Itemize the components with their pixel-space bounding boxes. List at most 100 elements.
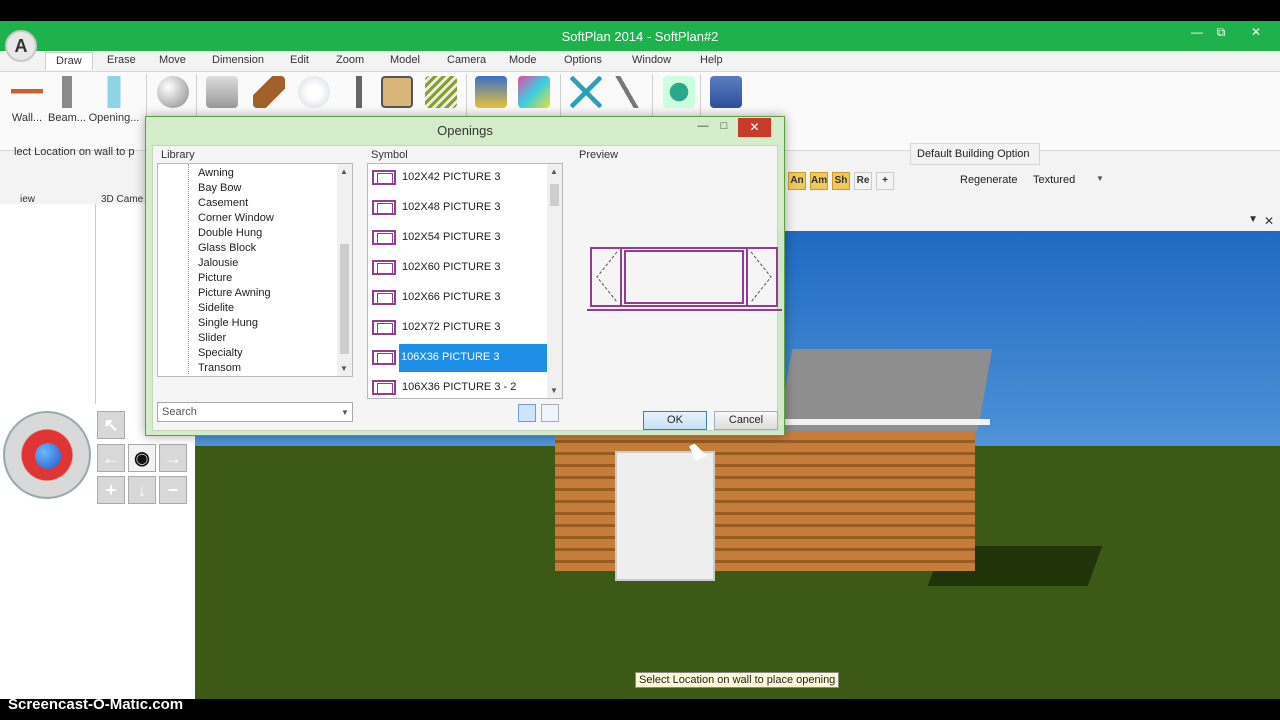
- symbol-item[interactable]: 102X42 PICTURE 3: [370, 164, 546, 192]
- binoculars-icon[interactable]: ◉: [128, 444, 156, 472]
- solid-tool[interactable]: [157, 76, 189, 112]
- library-item[interactable]: Single Hung: [198, 317, 258, 329]
- am-button[interactable]: Am: [810, 172, 828, 190]
- deck-tool[interactable]: [425, 76, 457, 112]
- beam-tool[interactable]: Beam...: [48, 76, 86, 124]
- profile-tool[interactable]: [611, 76, 643, 112]
- window-symbol-icon: [372, 260, 396, 275]
- shadow-button[interactable]: Sh: [832, 172, 850, 190]
- ceiling-icon: [475, 76, 507, 108]
- menu-erase[interactable]: Erase: [107, 54, 136, 66]
- scroll-down-icon[interactable]: ▼: [550, 386, 558, 395]
- list-view-icon[interactable]: [518, 404, 536, 422]
- roof-tool[interactable]: [710, 76, 742, 112]
- scroll-up-icon[interactable]: ▲: [550, 167, 558, 176]
- beam-tool-label: Beam...: [48, 112, 86, 124]
- close-button[interactable]: ✕: [1243, 25, 1269, 39]
- library-item[interactable]: Jalousie: [198, 257, 238, 269]
- library-item[interactable]: Awning: [198, 167, 234, 179]
- symbol-tool[interactable]: [206, 76, 238, 112]
- library-tree[interactable]: Awning Bay Bow Casement Corner Window Do…: [157, 163, 353, 377]
- symbol-item[interactable]: 106X36 PICTURE 3 - 2: [370, 374, 546, 398]
- library-scrollbar[interactable]: ▲ ▼: [337, 164, 352, 376]
- menu-dimension[interactable]: Dimension: [212, 54, 264, 66]
- symbol-item[interactable]: 102X72 PICTURE 3: [370, 314, 546, 342]
- stair-tool[interactable]: [253, 76, 285, 112]
- render-mode-select[interactable]: Textured: [1033, 174, 1075, 186]
- nav-down-icon[interactable]: ↓: [128, 476, 156, 504]
- annotation-button[interactable]: An: [788, 172, 806, 190]
- wall-tool-label: Wall...: [11, 112, 43, 124]
- menu-camera[interactable]: Camera: [447, 54, 486, 66]
- library-item[interactable]: Bay Bow: [198, 182, 241, 194]
- cancel-button[interactable]: Cancel: [714, 411, 778, 430]
- site-tool[interactable]: [663, 76, 695, 112]
- library-item[interactable]: Double Hung: [198, 227, 262, 239]
- menu-options[interactable]: Options: [564, 54, 602, 66]
- scroll-down-icon[interactable]: ▼: [340, 364, 348, 373]
- menu-model[interactable]: Model: [390, 54, 420, 66]
- library-item[interactable]: Slider: [198, 332, 226, 344]
- wall-tool[interactable]: Wall...: [10, 76, 44, 124]
- zoom-out-icon[interactable]: −: [159, 476, 187, 504]
- symbol-item[interactable]: 102X66 PICTURE 3: [370, 284, 546, 312]
- symbol-scrollbar[interactable]: ▲ ▼: [547, 164, 562, 398]
- search-input[interactable]: Search: [157, 402, 353, 422]
- scroll-thumb[interactable]: [340, 244, 349, 354]
- ok-button[interactable]: OK: [643, 411, 707, 430]
- electrical-tool[interactable]: [298, 76, 330, 112]
- menu-edit[interactable]: Edit: [290, 54, 309, 66]
- library-item[interactable]: Sidelite: [198, 302, 234, 314]
- restore-button[interactable]: ⧉: [1208, 25, 1234, 40]
- menu-draw[interactable]: Draw: [45, 52, 93, 70]
- minimize-button[interactable]: —: [1184, 25, 1210, 39]
- close-icon[interactable]: ✕: [1264, 214, 1274, 228]
- menu-mode[interactable]: Mode: [509, 54, 537, 66]
- floor-tool[interactable]: [518, 76, 550, 112]
- navigation-compass[interactable]: [3, 411, 91, 499]
- library-item[interactable]: Picture: [198, 272, 232, 284]
- menu-move[interactable]: Move: [159, 54, 186, 66]
- dialog-close-button[interactable]: ✕: [738, 118, 771, 137]
- symbol-item[interactable]: 102X54 PICTURE 3: [370, 224, 546, 252]
- grid-view-icon[interactable]: [541, 404, 559, 422]
- zoom-in-icon[interactable]: +: [97, 476, 125, 504]
- add-view-icon[interactable]: +: [876, 172, 894, 190]
- menu-window[interactable]: Window: [632, 54, 671, 66]
- dialog-maximize-button[interactable]: □: [714, 120, 734, 132]
- compass-center-icon[interactable]: [35, 443, 61, 469]
- library-item[interactable]: Casement: [198, 197, 248, 209]
- opening-icon: [98, 76, 130, 108]
- chevron-down-icon[interactable]: ▼: [1096, 174, 1104, 183]
- status-tooltip: Select Location on wall to place opening: [635, 672, 840, 688]
- app-logo-icon[interactable]: A: [5, 30, 37, 62]
- post-tool[interactable]: [343, 76, 375, 112]
- cabinet-tool[interactable]: [381, 76, 413, 112]
- symbol-item-selected[interactable]: 106X36 PICTURE 3: [370, 344, 547, 372]
- library-item[interactable]: Corner Window: [198, 212, 274, 224]
- library-item[interactable]: Glass Block: [198, 242, 256, 254]
- scroll-thumb[interactable]: [550, 184, 559, 206]
- symbol-item[interactable]: 102X60 PICTURE 3: [370, 254, 546, 282]
- nav-left-icon[interactable]: ←: [97, 444, 125, 472]
- symbol-list[interactable]: 102X42 PICTURE 3 102X48 PICTURE 3 102X54…: [367, 163, 563, 399]
- opening-tool-label: Opening...: [88, 112, 140, 124]
- menu-help[interactable]: Help: [700, 54, 723, 66]
- chevron-down-icon[interactable]: ▼: [341, 408, 349, 417]
- ceiling-tool[interactable]: [475, 76, 507, 112]
- regenerate-button[interactable]: Regenerate: [960, 174, 1018, 186]
- nav-up-left-icon[interactable]: ↖: [97, 411, 125, 439]
- library-item[interactable]: Specialty: [198, 347, 243, 359]
- library-item[interactable]: Transom: [198, 362, 241, 374]
- scroll-up-icon[interactable]: ▲: [340, 167, 348, 176]
- re-button[interactable]: Re: [854, 172, 872, 190]
- nav-right-icon[interactable]: →: [159, 444, 187, 472]
- dialog-minimize-button[interactable]: —: [693, 120, 713, 132]
- opening-tool[interactable]: Opening...: [87, 76, 141, 124]
- menu-zoom[interactable]: Zoom: [336, 54, 364, 66]
- chevron-down-icon[interactable]: ▼: [1248, 214, 1258, 225]
- default-building-option[interactable]: Default Building Option: [910, 143, 1040, 165]
- interior-tool[interactable]: [570, 76, 602, 112]
- symbol-item[interactable]: 102X48 PICTURE 3: [370, 194, 546, 222]
- library-item[interactable]: Picture Awning: [198, 287, 271, 299]
